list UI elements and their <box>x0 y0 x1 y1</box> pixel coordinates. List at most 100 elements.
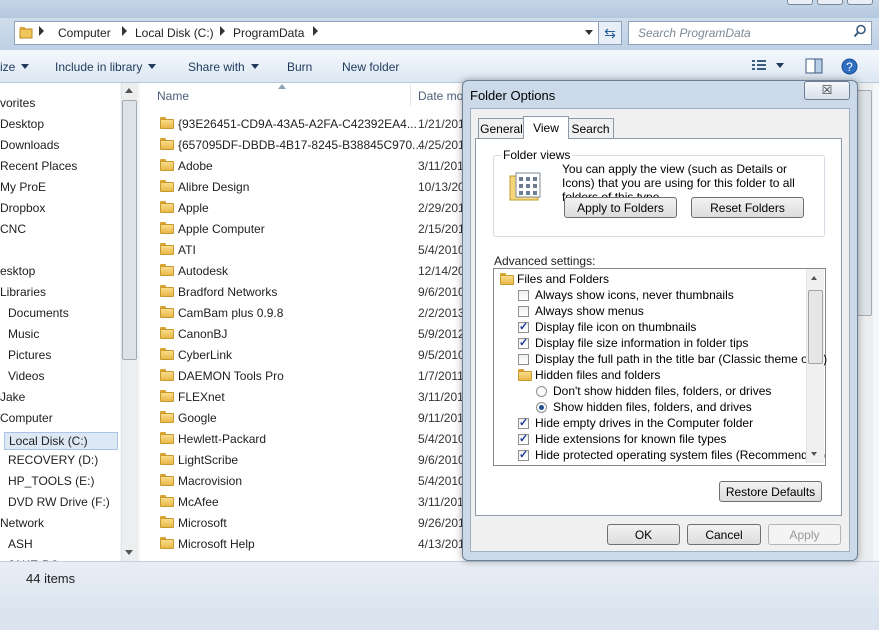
sidebar-item[interactable]: RECOVERY (D:) <box>8 453 98 467</box>
folder-icon <box>160 327 174 339</box>
setting-label[interactable]: Display file size information in folder … <box>535 336 748 350</box>
checkbox[interactable] <box>518 432 529 445</box>
sidebar-item[interactable]: Libraries <box>0 285 46 299</box>
file-name: {93E26451-CD9A-43A5-A2FA-C42392EA4... <box>178 117 417 131</box>
setting-label[interactable]: Hide empty drives in the Computer folder <box>535 416 753 430</box>
nav-scroll-down-icon[interactable] <box>125 550 133 555</box>
maximize-button[interactable] <box>817 0 843 5</box>
dialog-close-button[interactable]: ☒ <box>804 81 850 100</box>
setting-label[interactable]: Hide protected operating system files (R… <box>535 448 825 462</box>
view-details-icon[interactable] <box>751 58 767 72</box>
sidebar-item[interactable]: HP_TOOLS (E:) <box>8 474 94 488</box>
sidebar-item[interactable]: vorites <box>0 96 35 110</box>
sidebar-item[interactable]: ASH <box>8 537 33 551</box>
checkbox[interactable] <box>518 354 529 365</box>
sidebar-item[interactable]: Local Disk (C:) <box>4 432 118 450</box>
search-icon[interactable] <box>853 24 867 38</box>
new-folder-button[interactable]: New folder <box>342 60 399 74</box>
checkbox[interactable] <box>518 290 529 301</box>
breadcrumb-local-disk[interactable]: Local Disk (C:) <box>135 26 214 40</box>
include-in-library-button[interactable]: Include in library <box>55 60 157 74</box>
address-bar[interactable]: Computer Local Disk (C:) ProgramData <box>14 21 599 45</box>
status-bar <box>0 561 879 616</box>
restore-defaults-button[interactable]: Restore Defaults <box>719 481 822 502</box>
chevron-down-icon <box>148 64 157 69</box>
sidebar-item[interactable]: esktop <box>0 264 35 278</box>
apply-to-folders-button[interactable]: Apply to Folders <box>564 197 677 218</box>
sidebar-item[interactable]: CNC <box>0 222 26 236</box>
setting-label[interactable]: Always show menus <box>535 304 644 318</box>
nav-scroll-up-icon[interactable] <box>125 88 133 93</box>
sidebar-item[interactable]: Jake <box>0 390 25 404</box>
tab-search[interactable]: Search <box>567 118 614 139</box>
breadcrumb-separator[interactable] <box>220 26 225 36</box>
settings-scroll-down-icon[interactable] <box>811 452 817 456</box>
setting-label[interactable]: Display the full path in the title bar (… <box>535 352 827 366</box>
sidebar-item[interactable]: Videos <box>8 369 44 383</box>
refresh-icon[interactable]: ⇆ <box>598 21 622 45</box>
sidebar-item[interactable]: Documents <box>8 306 69 320</box>
breadcrumb-separator[interactable] <box>313 26 318 36</box>
file-date: 1/21/201 <box>418 117 465 131</box>
tab-general[interactable]: General <box>478 118 525 139</box>
organize-button[interactable]: ize <box>0 60 30 74</box>
file-name: Microsoft Help <box>178 537 255 551</box>
sidebar-item[interactable]: Recent Places <box>0 159 77 173</box>
search-input[interactable]: Search ProgramData <box>628 21 872 45</box>
folder-icon <box>160 453 174 465</box>
checkbox[interactable] <box>518 448 529 461</box>
close-button[interactable] <box>847 0 873 5</box>
radio-button[interactable] <box>536 386 547 397</box>
setting-label[interactable]: Display file icon on thumbnails <box>535 320 696 334</box>
setting-label[interactable]: Hide extensions for known file types <box>535 432 726 446</box>
sidebar-item[interactable]: Desktop <box>0 117 44 131</box>
breadcrumb-computer[interactable]: Computer <box>58 26 111 40</box>
preview-pane-icon[interactable] <box>805 58 823 74</box>
settings-scroll-up-icon[interactable] <box>811 276 817 280</box>
folder-icon <box>160 432 174 444</box>
folder-icon <box>160 390 174 402</box>
file-name: Macrovision <box>178 474 243 488</box>
apply-button[interactable]: Apply <box>768 524 841 545</box>
window-title-bar <box>0 0 879 18</box>
setting-label[interactable]: Show hidden files, folders, and drives <box>553 400 752 414</box>
sidebar-item[interactable]: DVD RW Drive (F:) <box>8 495 110 509</box>
sidebar-item[interactable]: Network <box>0 516 44 530</box>
sidebar-item[interactable]: Pictures <box>8 348 51 362</box>
column-header-date-modified[interactable]: Date mo <box>418 89 463 103</box>
nav-scrollbar-thumb[interactable] <box>122 100 137 360</box>
breadcrumb-separator[interactable] <box>122 26 127 36</box>
radio-button[interactable] <box>536 402 547 413</box>
share-with-button[interactable]: Share with <box>188 60 259 74</box>
tab-view[interactable]: View <box>523 116 569 139</box>
sidebar-item[interactable]: Downloads <box>0 138 59 152</box>
folder-views-title: Folder views <box>501 148 573 162</box>
sidebar-item[interactable]: Music <box>8 327 39 341</box>
file-name: CyberLink <box>178 348 233 362</box>
breadcrumb-programdata[interactable]: ProgramData <box>233 26 304 40</box>
burn-button[interactable]: Burn <box>287 60 312 74</box>
checkbox[interactable] <box>518 416 529 429</box>
file-name: Adobe <box>178 159 213 173</box>
column-divider[interactable] <box>410 84 411 106</box>
checkbox[interactable] <box>518 320 529 333</box>
minimize-button[interactable] <box>787 0 813 5</box>
settings-scrollbar-thumb[interactable] <box>808 290 823 364</box>
reset-folders-button[interactable]: Reset Folders <box>691 197 804 218</box>
ok-button[interactable]: OK <box>607 524 680 545</box>
breadcrumb-separator[interactable] <box>39 26 44 36</box>
cancel-button[interactable]: Cancel <box>687 524 761 545</box>
sidebar-item[interactable]: Dropbox <box>0 201 45 215</box>
sidebar-item[interactable]: My ProE <box>0 180 46 194</box>
help-icon[interactable]: ? <box>841 58 858 75</box>
address-dropdown-icon[interactable] <box>585 30 593 35</box>
column-header-name[interactable]: Name <box>157 89 189 103</box>
sidebar-item[interactable]: Computer <box>0 411 53 425</box>
checkbox[interactable] <box>518 306 529 317</box>
setting-label[interactable]: Always show icons, never thumbnails <box>535 288 734 302</box>
file-date: 1/7/2011 <box>418 369 464 383</box>
view-options-chevron-icon[interactable] <box>776 63 784 68</box>
setting-label[interactable]: Don't show hidden files, folders, or dri… <box>553 384 771 398</box>
file-list-scrollbar-thumb[interactable] <box>857 90 872 316</box>
checkbox[interactable] <box>518 336 529 349</box>
